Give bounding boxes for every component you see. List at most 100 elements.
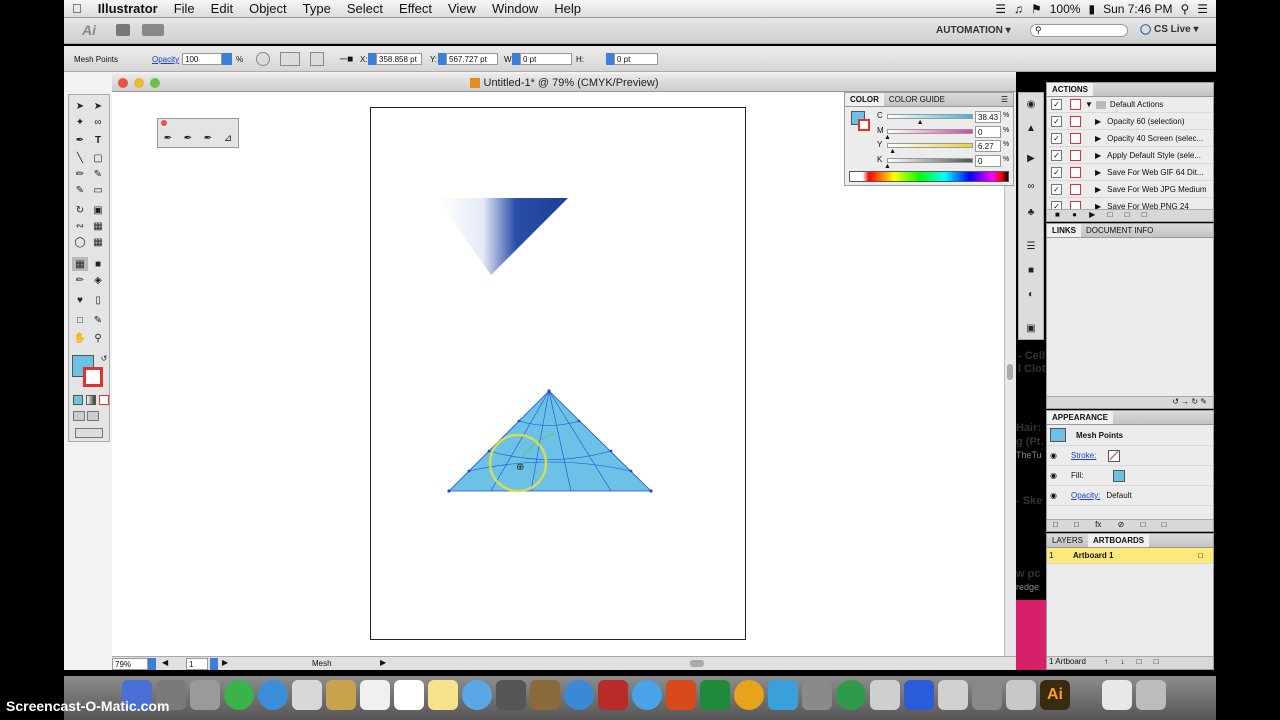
- relink-icon[interactable]: ↺: [1172, 397, 1179, 406]
- artboard-row[interactable]: 1 Artboard 1 □: [1047, 548, 1213, 564]
- channel-value-input[interactable]: 38.43: [975, 111, 1001, 123]
- channel-value-input[interactable]: 0: [975, 125, 1001, 138]
- channel-slider[interactable]: [887, 114, 973, 119]
- free-transform-tool-icon[interactable]: ▦: [90, 219, 106, 233]
- menu-app-name[interactable]: Illustrator: [90, 1, 166, 16]
- action-toggle-icon[interactable]: ✓: [1051, 166, 1062, 178]
- previous-artboard-icon[interactable]: ◀: [162, 658, 168, 667]
- artboard-dropdown-button[interactable]: [210, 658, 218, 670]
- search-help-input[interactable]: ⚲: [1030, 24, 1128, 37]
- action-dialog-icon[interactable]: [1070, 132, 1081, 144]
- opacity-dropdown-button[interactable]: [222, 53, 232, 65]
- delete-action-icon[interactable]: □: [1142, 210, 1147, 219]
- action-dialog-icon[interactable]: [1070, 115, 1081, 127]
- dock-contacts-icon[interactable]: [326, 680, 356, 710]
- slice-tool-icon[interactable]: ✎: [90, 313, 106, 327]
- x-input[interactable]: 358.858 pt: [376, 53, 422, 65]
- symbol-sprayer-tool-icon[interactable]: ♥: [72, 293, 88, 307]
- delete-item-icon[interactable]: □: [1162, 520, 1167, 529]
- dock-notes-icon[interactable]: [428, 680, 458, 710]
- cs-live-button[interactable]: ◯ CS Live ▾: [1140, 24, 1198, 35]
- arrange-documents-icon[interactable]: [142, 24, 164, 36]
- tab-color[interactable]: COLOR: [845, 93, 884, 106]
- eyedropper-tool-icon[interactable]: ✏: [72, 273, 88, 287]
- menu-view[interactable]: View: [440, 1, 484, 16]
- tab-color-guide[interactable]: COLOR GUIDE: [884, 93, 950, 106]
- duplicate-item-icon[interactable]: □: [1141, 520, 1146, 529]
- close-window-icon[interactable]: [118, 78, 128, 88]
- shape-builder-tool-icon[interactable]: ◯: [72, 235, 88, 249]
- edit-original-icon[interactable]: ✎: [1200, 397, 1207, 406]
- channel-slider[interactable]: [887, 157, 973, 163]
- delete-artboard-icon[interactable]: □: [1154, 657, 1159, 666]
- add-fill-icon[interactable]: □: [1074, 520, 1079, 529]
- dock-outlook-icon[interactable]: [734, 680, 764, 710]
- transform-icon[interactable]: [310, 52, 324, 66]
- dock-chrome-icon[interactable]: [224, 680, 254, 710]
- tab-layers[interactable]: LAYERS: [1047, 534, 1088, 547]
- type-tool-icon[interactable]: T: [90, 133, 106, 147]
- disclosure-triangle-icon[interactable]: ▶: [1095, 134, 1101, 143]
- menu-object[interactable]: Object: [241, 1, 295, 16]
- channel-value-input[interactable]: 0: [975, 154, 1001, 167]
- dock-calendar-icon[interactable]: [360, 680, 390, 710]
- action-toggle-icon[interactable]: ✓: [1051, 149, 1062, 161]
- fill-swatch-appearance[interactable]: [1113, 469, 1126, 482]
- bridge-icon[interactable]: [116, 24, 130, 36]
- appearance-stroke-row[interactable]: ◉ Stroke:: [1047, 446, 1213, 466]
- next-artboard-icon[interactable]: ▶: [222, 658, 228, 667]
- dock-app-store-icon[interactable]: [632, 680, 662, 710]
- dock-screencast-icon[interactable]: [972, 680, 1002, 710]
- tab-appearance[interactable]: APPEARANCE: [1047, 411, 1114, 424]
- fill-visibility-icon[interactable]: ◉: [1050, 471, 1057, 480]
- new-artboard-icon[interactable]: □: [1137, 657, 1142, 666]
- dock-documents-icon[interactable]: [1102, 680, 1132, 710]
- record-icon[interactable]: ●: [1072, 210, 1077, 219]
- dock-reminders-icon[interactable]: [394, 680, 424, 710]
- action-dialog-icon[interactable]: [1070, 183, 1081, 195]
- update-link-icon[interactable]: ↻: [1191, 397, 1198, 406]
- menu-select[interactable]: Select: [339, 1, 391, 16]
- dock-messages-icon[interactable]: [462, 680, 492, 710]
- action-dialog-icon[interactable]: [1070, 149, 1081, 161]
- menu-help[interactable]: Help: [546, 1, 589, 16]
- dock-messenger-icon[interactable]: [768, 680, 798, 710]
- line-segment-tool-icon[interactable]: ╲: [72, 151, 88, 165]
- column-graph-tool-icon[interactable]: ▯: [90, 293, 106, 307]
- magic-wand-tool-icon[interactable]: ✦: [72, 115, 88, 129]
- gradient-tool-icon[interactable]: ■: [90, 257, 106, 271]
- eraser-tool-icon[interactable]: ▭: [90, 183, 106, 197]
- draw-normal-icon[interactable]: [73, 411, 85, 421]
- clock[interactable]: Sun 7:46 PM: [1103, 2, 1172, 16]
- add-anchor-point-icon[interactable]: ✒: [180, 131, 196, 145]
- move-down-icon[interactable]: ↓: [1120, 657, 1124, 666]
- dialog-toggle-icon[interactable]: [1070, 99, 1081, 110]
- reference-point-icon[interactable]: ─■: [340, 54, 353, 65]
- artboard-tool-icon[interactable]: □: [72, 313, 88, 327]
- lasso-tool-icon[interactable]: ∞: [90, 115, 106, 129]
- disclosure-triangle-icon[interactable]: ▶: [1095, 185, 1101, 194]
- dock-mission-control-icon[interactable]: [190, 680, 220, 710]
- new-action-icon[interactable]: □: [1125, 210, 1130, 219]
- gradient-mode-icon[interactable]: [86, 395, 96, 405]
- convert-anchor-point-icon[interactable]: ⊿: [220, 131, 236, 145]
- x-stepper[interactable]: [368, 53, 376, 65]
- pen-tool-icon[interactable]: ✒: [72, 133, 88, 147]
- transparency-panel-icon[interactable]: ◐: [1023, 287, 1039, 301]
- appearance-opacity-link[interactable]: Opacity:: [1071, 491, 1100, 500]
- screen-mode-icon[interactable]: [75, 428, 103, 438]
- actions-panel-icon[interactable]: ▶: [1023, 151, 1039, 165]
- opacity-visibility-icon[interactable]: ◉: [1050, 491, 1057, 500]
- pencil-tool-icon[interactable]: ✎: [90, 167, 106, 181]
- tab-document-info[interactable]: DOCUMENT INFO: [1081, 224, 1158, 237]
- direct-selection-tool-icon[interactable]: ➤: [90, 99, 106, 113]
- dock-system-preferences-icon[interactable]: [802, 680, 832, 710]
- dock-safari-icon[interactable]: [258, 680, 288, 710]
- go-to-link-icon[interactable]: →: [1181, 397, 1189, 406]
- current-tool-status[interactable]: Mesh: [312, 659, 332, 668]
- menu-window[interactable]: Window: [484, 1, 546, 16]
- battery-percent[interactable]: 100%: [1050, 2, 1081, 16]
- h-input[interactable]: 0 pt: [614, 53, 658, 65]
- channel-slider[interactable]: [887, 128, 973, 134]
- rectangle-tool-icon[interactable]: ▢: [90, 151, 106, 165]
